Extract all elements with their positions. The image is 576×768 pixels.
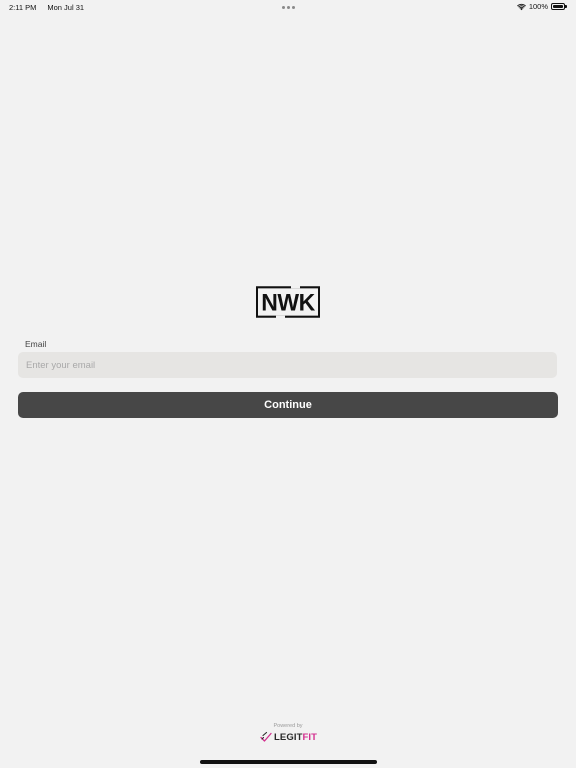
continue-button[interactable]: Continue	[18, 392, 558, 418]
status-bar: 2:11 PM Mon Jul 31 100%	[0, 0, 576, 14]
logo-text: NWK	[261, 287, 315, 316]
powered-by-label: Powered by	[273, 723, 303, 729]
battery-icon	[551, 2, 568, 11]
brand-name: LEGITFIT	[274, 732, 317, 743]
status-left: 2:11 PM Mon Jul 31	[9, 3, 84, 12]
status-right: 100%	[516, 2, 568, 11]
legitfit-brand: LEGITFIT	[260, 730, 317, 744]
brand-name-part2: FIT	[302, 731, 318, 743]
logo-notch	[276, 315, 285, 319]
status-date: Mon Jul 31	[47, 3, 85, 12]
multitasking-dots-icon[interactable]	[282, 6, 295, 9]
nwk-logo: NWK	[256, 285, 320, 319]
home-indicator[interactable]	[200, 760, 377, 764]
brand-name-part1: LEGIT	[274, 731, 303, 743]
battery-percent: 100%	[528, 2, 548, 11]
status-time: 2:11 PM	[9, 3, 37, 12]
email-field[interactable]	[18, 352, 557, 378]
wifi-icon	[516, 3, 526, 10]
logo-notch	[291, 285, 300, 289]
login-screen: 2:11 PM Mon Jul 31 100% NWK Email Contin…	[0, 0, 576, 768]
legitfit-logo-icon	[260, 731, 272, 742]
email-label: Email	[25, 339, 47, 349]
